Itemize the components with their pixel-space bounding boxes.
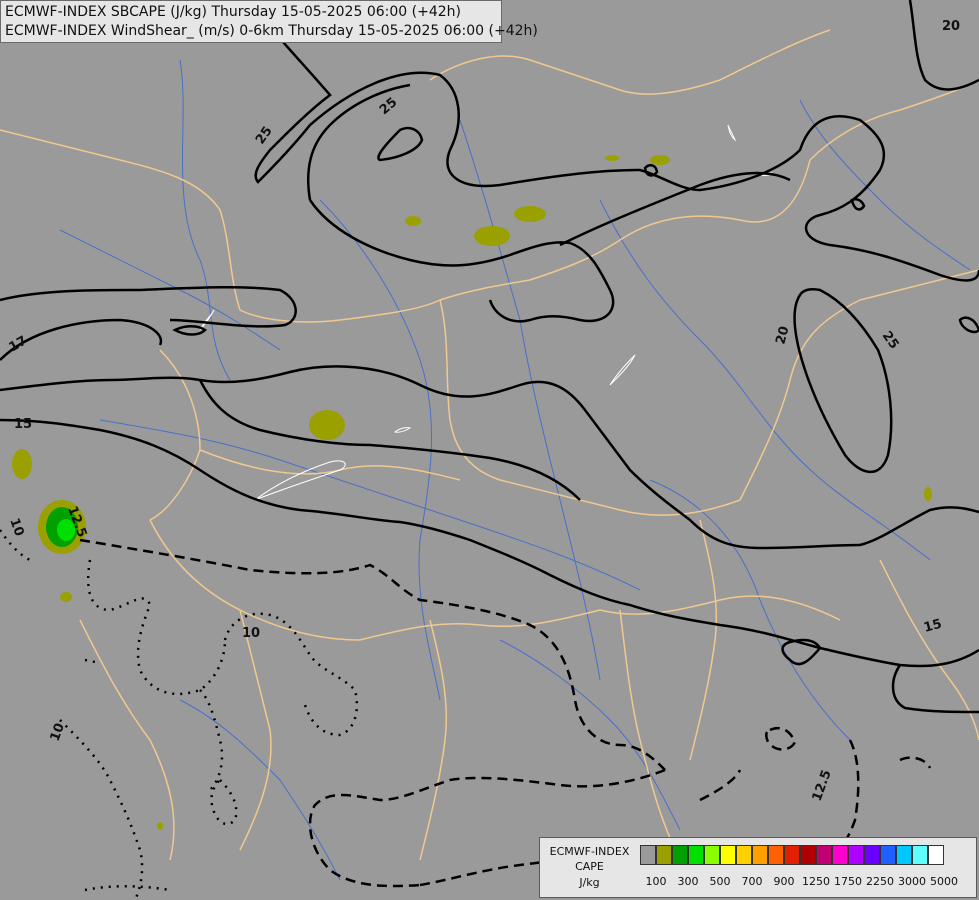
legend-swatch bbox=[656, 845, 672, 865]
legend-tick-label: 1750 bbox=[834, 875, 862, 888]
legend-color-scale bbox=[640, 845, 944, 865]
cape-area bbox=[309, 410, 345, 440]
legend-source: ECMWF-INDEX bbox=[549, 845, 630, 858]
cape-area bbox=[605, 155, 619, 161]
legend-swatch bbox=[752, 845, 768, 865]
legend-swatch bbox=[640, 845, 656, 865]
legend-tick-label: 2250 bbox=[866, 875, 894, 888]
legend-swatch bbox=[832, 845, 848, 865]
map-title-cape: ECMWF-INDEX SBCAPE (J/kg) Thursday 15-05… bbox=[5, 4, 461, 20]
cape-area bbox=[650, 155, 670, 165]
legend-tick-label: 700 bbox=[741, 875, 763, 888]
cape-legend: ECMWF-INDEX CAPE J/kg 100 300 500 700 900 125… bbox=[539, 837, 977, 898]
legend-unit: J/kg bbox=[579, 876, 600, 889]
weather-map: 25 25 20 20 17 15 15 12.5 12.5 10 10 10 … bbox=[0, 0, 979, 900]
legend-swatch bbox=[688, 845, 704, 865]
cape-area bbox=[924, 487, 932, 501]
legend-tick-label: 900 bbox=[773, 875, 795, 888]
legend-swatch bbox=[896, 845, 912, 865]
legend-swatch bbox=[736, 845, 752, 865]
legend-swatch bbox=[864, 845, 880, 865]
legend-swatch bbox=[800, 845, 816, 865]
legend-tick-label: 100 bbox=[645, 875, 667, 888]
map-title-box: ECMWF-INDEX SBCAPE (J/kg) Thursday 15-05… bbox=[0, 0, 538, 43]
legend-swatch bbox=[768, 845, 784, 865]
legend-swatch bbox=[704, 845, 720, 865]
legend-tick-label: 5000 bbox=[930, 875, 958, 888]
contour-label: 15 bbox=[14, 417, 32, 432]
cape-area bbox=[157, 822, 163, 830]
cape-area bbox=[60, 592, 72, 602]
cape-area bbox=[474, 226, 510, 246]
legend-tick-label: 300 bbox=[677, 875, 699, 888]
map-canvas: 25 25 20 20 17 15 15 12.5 12.5 10 10 10 … bbox=[0, 0, 979, 900]
legend-tick-label: 3000 bbox=[898, 875, 926, 888]
legend-swatch bbox=[784, 845, 800, 865]
legend-swatch bbox=[912, 845, 928, 865]
legend-swatch bbox=[672, 845, 688, 865]
legend-swatch bbox=[880, 845, 896, 865]
map-background bbox=[0, 0, 979, 900]
legend-tick-label: 1250 bbox=[802, 875, 830, 888]
cape-area bbox=[405, 216, 421, 226]
cape-area bbox=[514, 206, 546, 222]
contour-label: 20 bbox=[942, 19, 960, 34]
legend-tick-labels: 100 300 500 700 900 1250 1750 2250 3000 5000 bbox=[640, 875, 970, 889]
legend-tick-label: 500 bbox=[709, 875, 731, 888]
legend-variable: CAPE bbox=[575, 860, 604, 873]
map-title-windshear: ECMWF-INDEX WindShear_ (m/s) 0-6km Thurs… bbox=[5, 23, 538, 39]
legend-swatch bbox=[816, 845, 832, 865]
contour-label: 10 bbox=[242, 626, 260, 641]
legend-swatch bbox=[720, 845, 736, 865]
cape-area bbox=[12, 449, 32, 479]
legend-swatch bbox=[848, 845, 864, 865]
legend-swatch bbox=[928, 845, 944, 865]
